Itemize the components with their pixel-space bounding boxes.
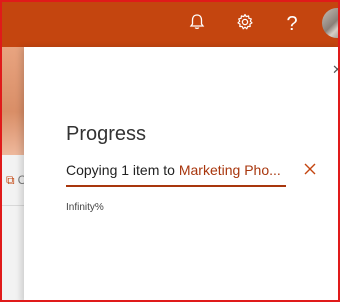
background-page: ⧉Co (2, 47, 33, 300)
progress-bar (66, 185, 286, 187)
cancel-copy-button[interactable] (302, 161, 318, 177)
suite-header: ? (2, 2, 338, 47)
help-icon: ? (286, 12, 298, 35)
panel-close-button[interactable]: ✕ (332, 62, 338, 77)
screenshot-frame: ? ⧉Co ✕ Progress Copying 1 item to Marke… (0, 0, 340, 302)
copy-status-text: Copying 1 item to Marketing Pho... (66, 162, 291, 180)
panel-title: Progress (66, 123, 147, 145)
bell-icon (189, 13, 205, 36)
close-icon: ✕ (332, 62, 338, 77)
divider (2, 205, 24, 206)
avatar[interactable] (322, 8, 338, 38)
help-button[interactable]: ? (279, 11, 305, 37)
progress-percent: Infinity% (66, 202, 104, 213)
progress-fill (66, 185, 286, 187)
gear-icon (236, 13, 254, 36)
status-prefix: Copying 1 item to (66, 162, 179, 178)
settings-button[interactable] (232, 11, 258, 37)
destination-link[interactable]: Marketing Pho... (179, 162, 281, 178)
close-icon (304, 163, 316, 175)
background-banner (2, 47, 24, 155)
progress-panel: ✕ Progress Copying 1 item to Marketing P… (24, 47, 338, 300)
notifications-button[interactable] (184, 11, 210, 37)
copy-icon: ⧉ (6, 173, 15, 187)
